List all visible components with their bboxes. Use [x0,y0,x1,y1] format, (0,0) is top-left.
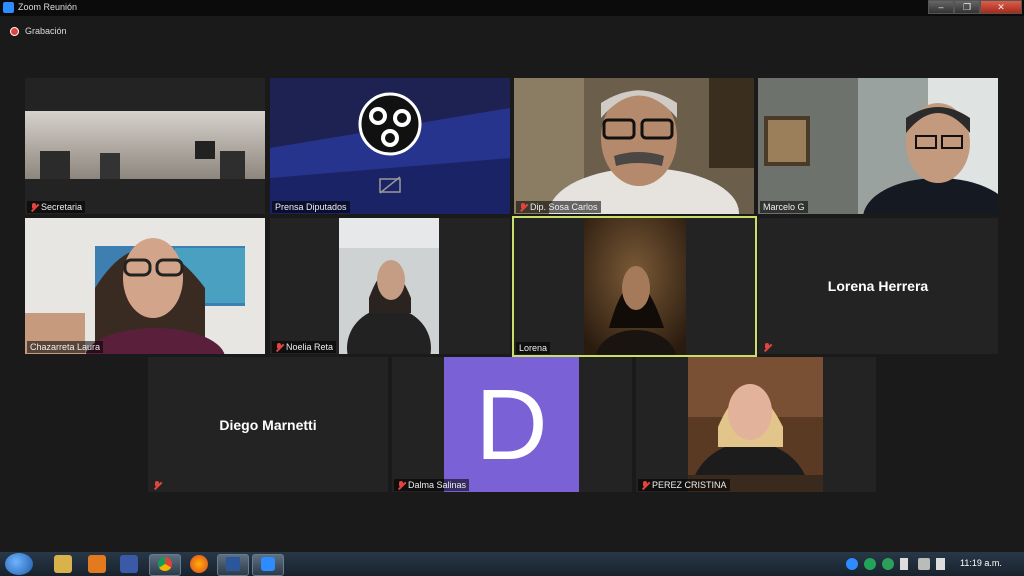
video-tile-secretaria[interactable]: Secretaria [25,78,265,214]
camera-off-icon [379,176,401,194]
avatar-letter: D [475,368,548,481]
video-feed-sosa-carlos [514,78,754,214]
participant-name-tag: Noelia Reta [272,341,337,353]
video-tile-dalma-salinas[interactable]: D Dalma Salinas [392,357,632,492]
chrome-icon [158,557,172,571]
video-tile-noelia-reta[interactable]: Noelia Reta [270,218,510,354]
video-feed-lorena [584,218,686,355]
video-feed-secretaria [25,111,265,179]
zoom-taskbar-button[interactable] [252,554,284,576]
windows-taskbar: 11:19 a.m. [0,552,1024,576]
participant-display-name: Diego Marnetti [219,416,317,433]
mic-muted-icon [763,343,771,352]
video-tile-sosa-carlos[interactable]: Dip. Sosa Carlos [514,78,754,214]
chrome-taskbar-button[interactable] [149,554,181,576]
network-icon[interactable] [918,558,930,570]
participant-name-tag: PEREZ CRISTINA [638,479,730,491]
video-tile-prensa-diputados[interactable]: Prensa Diputados [270,78,510,214]
close-button[interactable]: ✕ [980,0,1022,14]
zoom-icon [261,557,275,571]
video-feed-chazarreta-laura [25,218,265,354]
video-tile-lorena-active-speaker[interactable]: Lorena [512,216,757,357]
start-button[interactable] [5,553,33,575]
video-tile-lorena-herrera[interactable]: Lorena Herrera [758,218,998,354]
participant-name-tag: Dip. Sosa Carlos [516,201,601,213]
recording-label: Grabación [25,26,67,36]
system-clock[interactable]: 11:19 a.m. [960,558,1002,568]
participant-display-name: Lorena Herrera [827,278,929,294]
video-tile-marcelo-g[interactable]: Marcelo G [758,78,998,214]
security-tray-icon[interactable] [864,558,876,570]
word-taskbar-button[interactable] [217,554,249,576]
sync-tray-icon[interactable] [882,558,894,570]
window-titlebar: Zoom Reunión – ❐ ✕ [0,0,1024,16]
volume-icon[interactable] [936,558,945,570]
recording-icon [10,26,19,36]
participant-name-tag: Prensa Diputados [272,201,350,213]
zoom-app-icon [3,2,14,13]
mic-muted-icon [30,202,38,212]
participant-name-tag [150,480,167,491]
participant-name-tag: Secretaria [27,201,86,213]
recording-indicator[interactable]: Grabación [10,26,67,36]
mic-muted-icon [275,342,283,352]
mic-muted-icon [153,481,161,490]
flag-icon[interactable] [900,558,908,570]
window-controls: – ❐ ✕ [928,0,1022,14]
participant-name-tag: Lorena [516,342,551,354]
video-tile-chazarreta-laura[interactable]: Chazarreta Laura [25,218,265,354]
window-title: Zoom Reunión [18,2,78,12]
file-explorer-icon[interactable] [54,555,72,573]
mic-muted-icon [397,480,405,490]
zoom-tray-icon[interactable] [846,558,858,570]
video-feed-perez-cristina [688,357,823,492]
mic-muted-icon [519,202,527,212]
video-tile-perez-cristina[interactable]: PEREZ CRISTINA [636,357,876,492]
firefox-icon[interactable] [190,555,208,573]
word-icon [226,557,240,571]
mic-muted-icon [641,480,649,490]
participant-name-tag: Marcelo G [760,201,808,213]
media-player-icon[interactable] [88,555,106,573]
participant-name-tag: Dalma Salinas [394,479,470,491]
avatar: D [444,357,579,492]
maximize-button[interactable]: ❐ [954,0,980,14]
video-feed-noelia-reta [339,218,439,354]
minimize-button[interactable]: – [928,0,954,14]
participant-name-tag [760,342,777,353]
app-icon[interactable] [120,555,138,573]
video-tile-diego-marnetti[interactable]: Diego Marnetti [148,357,388,492]
video-feed-marcelo-g [758,78,998,214]
participant-name-tag: Chazarreta Laura [27,341,104,353]
